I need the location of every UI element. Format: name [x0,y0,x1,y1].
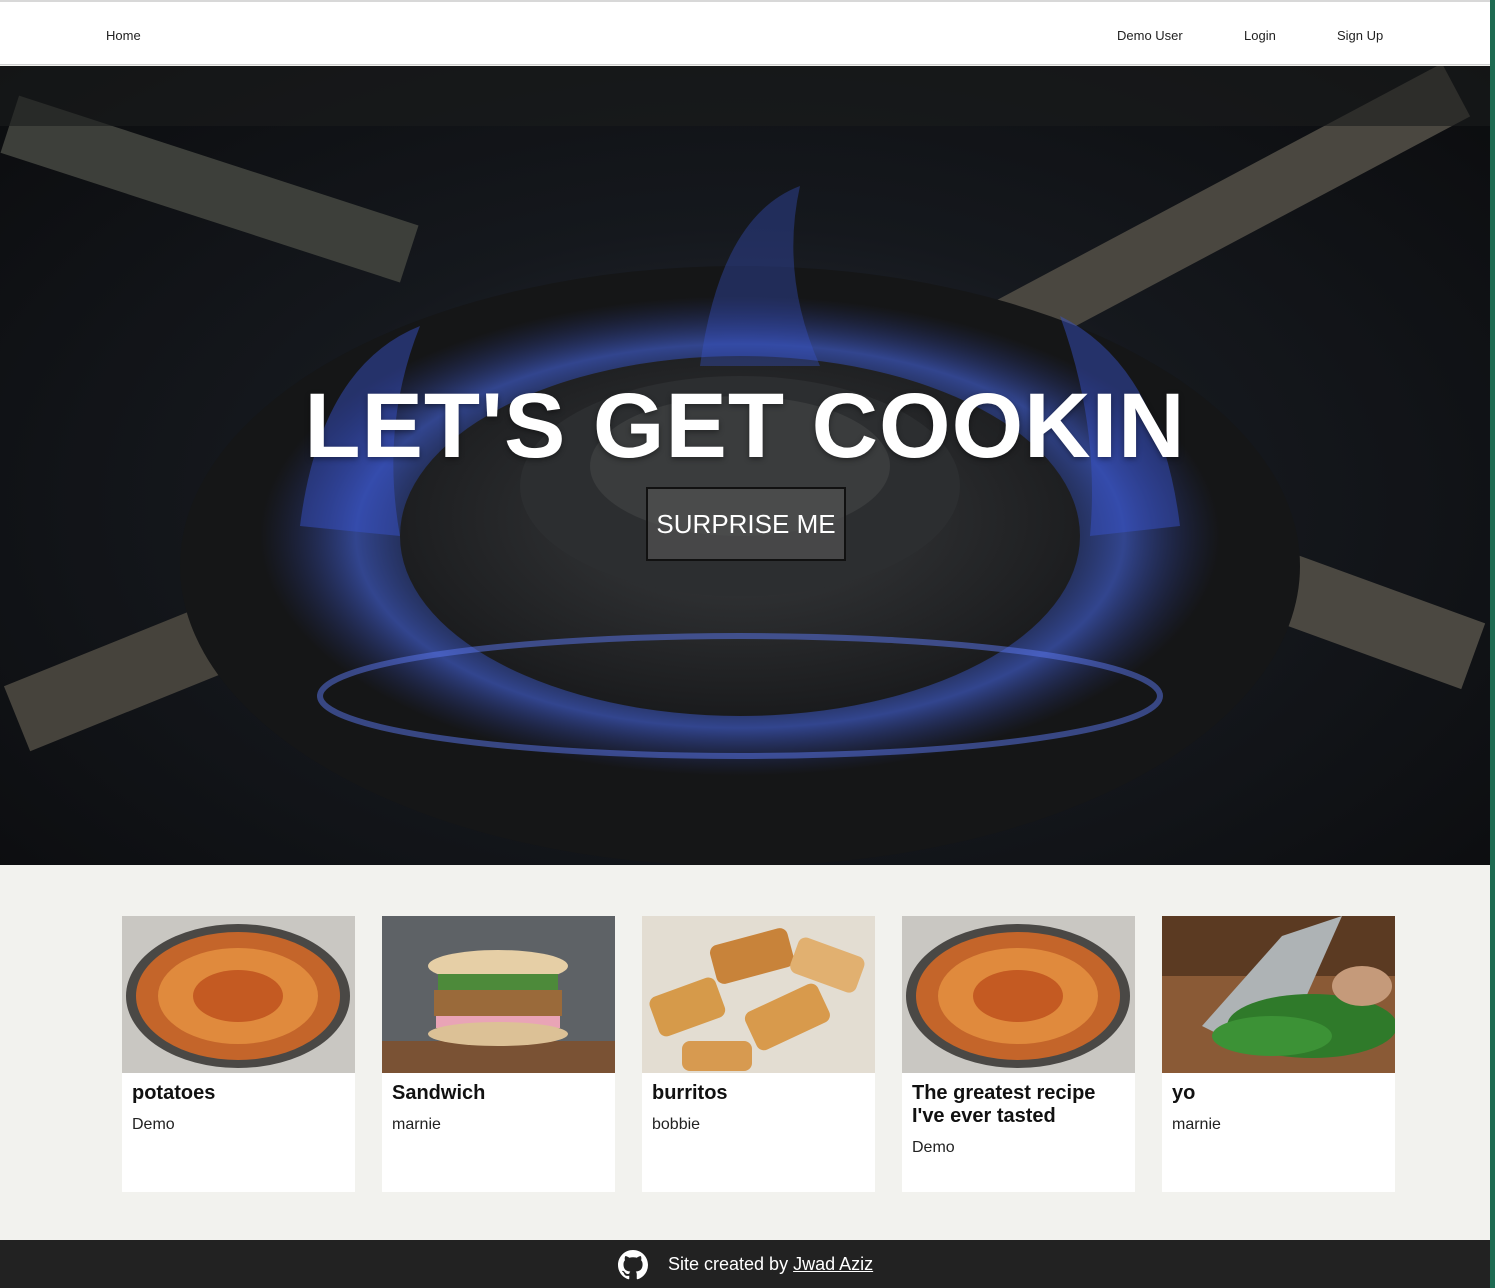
top-navbar: Home Demo User Login Sign Up [0,0,1490,65]
recipe-title[interactable]: The greatest recipe I've ever tasted [912,1082,1132,1128]
hero-banner: LET'S GET COOKIN SURPRISE ME [0,66,1490,865]
page: Home Demo User Login Sign Up LET'S GET C… [0,0,1490,1288]
recipe-author: Demo [132,1116,175,1133]
recipe-title[interactable]: burritos [652,1082,872,1105]
recipe-author: Demo [912,1139,955,1156]
burritos-image[interactable] [642,916,875,1073]
recipe-author: marnie [392,1116,441,1133]
sandwich-image[interactable] [382,916,615,1073]
author-link[interactable]: Jwad Aziz [793,1254,873,1274]
recipe-author: bobbie [652,1116,701,1133]
footer-credit-text: Site created by [668,1254,789,1274]
recipe-author: marnie [1172,1116,1221,1133]
nav-login-link[interactable]: Login [1244,28,1276,43]
potato-gratin-image[interactable] [122,916,355,1073]
surprise-me-button[interactable]: SURPRISE ME [646,487,846,561]
recipe-card[interactable]: potatoes Demo [122,916,355,1192]
recipe-title[interactable]: potatoes [132,1082,352,1105]
nav-demo-user-link[interactable]: Demo User [1117,28,1183,43]
chopping-herbs-image[interactable] [1162,916,1395,1073]
recipe-card[interactable]: burritos bobbie [642,916,875,1192]
nav-signup-link[interactable]: Sign Up [1337,28,1383,43]
recipe-title[interactable]: yo [1172,1082,1392,1105]
recipe-card[interactable]: Sandwich marnie [382,916,615,1192]
footer: Site created by Jwad Aziz [0,1240,1490,1288]
recipe-card[interactable]: yo marnie [1162,916,1395,1192]
footer-credit: Site created by Jwad Aziz [668,1254,873,1275]
recipe-card[interactable]: The greatest recipe I've ever tasted Dem… [902,916,1135,1192]
recipe-title[interactable]: Sandwich [392,1082,612,1105]
nav-home-link[interactable]: Home [106,28,141,43]
potato-gratin-image[interactable] [902,916,1135,1073]
hero-title: LET'S GET COOKIN [304,375,1186,477]
github-icon[interactable] [618,1250,648,1280]
